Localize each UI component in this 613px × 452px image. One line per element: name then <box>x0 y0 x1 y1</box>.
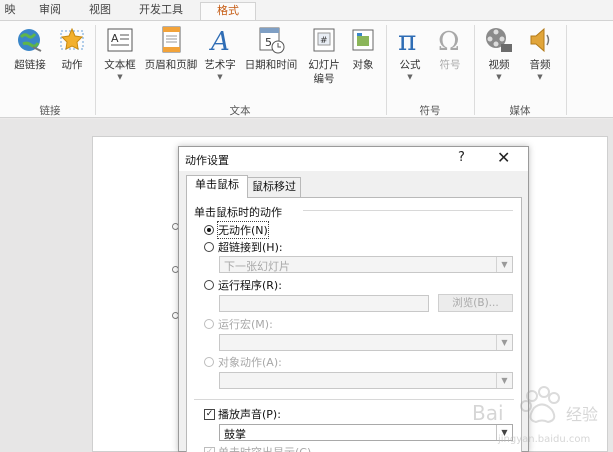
help-icon[interactable]: ? <box>458 150 465 165</box>
radio-run-macro[interactable] <box>204 319 214 329</box>
baidu-watermark-logo: Bai 经验 jingyan.baidu.com <box>472 386 598 445</box>
svg-text:A: A <box>111 32 119 45</box>
textbox-icon: A <box>105 25 135 55</box>
highlight-click-label[interactable]: 单击时突出显示(C) <box>218 444 311 452</box>
svg-text:A: A <box>209 27 230 55</box>
ribbon: 超链接 动作 链接 A 文本框 ▼ 页眉和页脚 A 艺术字 ▼ 5 日期和时间 <box>0 20 613 118</box>
chevron-down-icon: ▼ <box>117 73 123 81</box>
wordart-icon: A <box>205 25 235 57</box>
action-star-icon <box>57 25 87 55</box>
action-button[interactable]: 动作 <box>55 25 89 72</box>
hyperlink-button[interactable]: 超链接 <box>10 25 50 72</box>
radio-hyperlink[interactable] <box>204 242 214 252</box>
omega-icon: Ω <box>435 25 465 57</box>
slide-number-button[interactable]: # 幻灯片 编号 <box>302 25 346 86</box>
option-run-program-label[interactable]: 运行程序(R): <box>218 277 282 293</box>
group-label-text: 文本 <box>229 105 251 117</box>
play-sound-checkbox[interactable]: ✓ <box>204 409 215 420</box>
svg-text:Ω: Ω <box>438 27 460 55</box>
divider <box>194 399 514 400</box>
header-footer-button[interactable]: 页眉和页脚 <box>141 25 201 72</box>
radio-object-action[interactable] <box>204 357 214 367</box>
chevron-down-icon: ▼ <box>537 73 543 81</box>
symbol-button[interactable]: Ω 符号 <box>432 25 468 72</box>
chevron-down-icon: ▼ <box>217 73 223 81</box>
program-path-input[interactable] <box>219 295 429 312</box>
tab-mouse-click[interactable]: 单击鼠标 <box>186 175 248 198</box>
play-sound-label[interactable]: 播放声音(P): <box>218 406 281 422</box>
tab-slideshow[interactable]: 映 <box>0 2 20 20</box>
tab-review[interactable]: 审阅 <box>30 2 70 20</box>
group-separator <box>95 25 96 115</box>
speaker-icon <box>525 25 555 55</box>
sound-select[interactable]: 鼓掌 ▼ <box>219 424 513 441</box>
radio-run-program[interactable] <box>204 280 214 290</box>
option-no-action-label[interactable]: 无动作(N) <box>217 221 269 239</box>
object-button[interactable]: 对象 <box>346 25 380 72</box>
dialog-title: 动作设置 <box>185 154 229 167</box>
film-reel-icon <box>484 25 514 55</box>
hyperlink-target-select[interactable]: 下一张幻灯片 ▼ <box>219 256 513 273</box>
section-title: 单击鼠标时的动作 <box>194 206 282 219</box>
group-separator <box>474 25 475 115</box>
ribbon-tab-bar: 映 审阅 视图 开发工具 格式 <box>0 0 613 20</box>
option-run-macro-label[interactable]: 运行宏(M): <box>218 316 273 332</box>
hyperlink-globe-icon <box>15 25 45 55</box>
chevron-down-icon: ▼ <box>496 335 512 350</box>
group-label-symbols: 符号 <box>419 105 441 117</box>
pi-icon: π <box>395 24 425 57</box>
tab-developer[interactable]: 开发工具 <box>130 2 192 20</box>
header-footer-icon <box>156 25 186 55</box>
tab-mouse-over[interactable]: 鼠标移过 <box>247 177 301 197</box>
svg-text:jingyan.baidu.com: jingyan.baidu.com <box>497 434 590 445</box>
object-action-select[interactable]: ▼ <box>219 372 513 389</box>
tab-view[interactable]: 视图 <box>80 2 120 20</box>
video-button[interactable]: 视频 ▼ <box>480 25 518 82</box>
svg-text:#: # <box>320 36 328 46</box>
group-separator <box>566 25 567 115</box>
dialog-title-bar[interactable]: 动作设置 ? ✕ <box>179 147 528 171</box>
audio-button[interactable]: 音频 ▼ <box>521 25 559 82</box>
section-divider <box>303 210 513 211</box>
close-icon[interactable]: ✕ <box>497 148 510 167</box>
svg-text:经验: 经验 <box>566 405 598 424</box>
equation-button[interactable]: π 公式 ▼ <box>392 24 428 82</box>
object-icon <box>348 25 378 55</box>
chevron-down-icon: ▼ <box>496 73 502 81</box>
textbox-button[interactable]: A 文本框 ▼ <box>100 25 140 82</box>
group-label-links: 链接 <box>39 105 61 117</box>
chevron-down-icon: ▼ <box>407 73 413 81</box>
svg-text:5: 5 <box>265 36 272 49</box>
option-object-action-label[interactable]: 对象动作(A): <box>218 354 282 370</box>
tab-format[interactable]: 格式 <box>200 2 256 20</box>
group-separator <box>386 25 387 115</box>
macro-select[interactable]: ▼ <box>219 334 513 351</box>
calendar-clock-icon: 5 <box>256 25 286 55</box>
date-time-button[interactable]: 5 日期和时间 <box>241 25 301 72</box>
group-label-media: 媒体 <box>509 105 531 117</box>
highlight-click-checkbox[interactable]: ✓ <box>204 447 215 452</box>
chevron-down-icon: ▼ <box>496 257 512 272</box>
svg-text:Bai: Bai <box>472 401 504 425</box>
radio-no-action[interactable] <box>204 225 214 235</box>
wordart-button[interactable]: A 艺术字 ▼ <box>201 25 239 82</box>
option-hyperlink-label[interactable]: 超链接到(H): <box>218 239 283 255</box>
browse-button[interactable]: 浏览(B)... <box>438 294 513 312</box>
svg-text:π: π <box>398 25 416 55</box>
slide-number-icon: # <box>309 25 339 55</box>
